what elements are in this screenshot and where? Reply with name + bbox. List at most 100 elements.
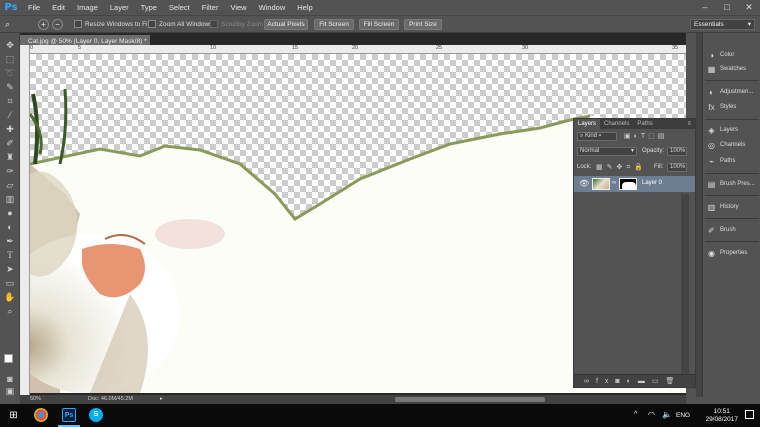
type-tool-icon[interactable]: T (4, 249, 16, 261)
pen-tool-icon[interactable]: ✒ (4, 235, 16, 247)
menu-view[interactable]: View (224, 0, 252, 15)
divider (705, 173, 759, 174)
link-icon[interactable]: ∞ (612, 180, 616, 186)
move-tool-icon[interactable]: ✥ (4, 39, 16, 51)
tab-layers[interactable]: Layers (574, 119, 601, 129)
panel-layers[interactable]: ◈ Layers (705, 124, 760, 137)
eye-icon[interactable]: 👁 (579, 179, 589, 188)
menu-select[interactable]: Select (163, 0, 196, 15)
menu-image[interactable]: Image (71, 0, 104, 15)
foreground-color-swatch[interactable] (4, 354, 13, 363)
panel-label: Adjustmen... (720, 89, 754, 95)
actual-pixels-button[interactable]: Actual Pixels (264, 19, 308, 30)
language-indicator[interactable]: ENG (676, 412, 690, 419)
panel-paths[interactable]: ⌁ Paths (705, 155, 760, 168)
hand-tool-icon[interactable]: ✋ (4, 291, 16, 303)
maximize-button[interactable]: □ (716, 0, 738, 15)
zoom-tool-icon[interactable]: ⌕ (5, 19, 19, 30)
zoom-level[interactable]: 50% (30, 395, 41, 404)
opacity-input[interactable]: 100% (667, 147, 687, 156)
chrome-icon[interactable] (34, 408, 48, 422)
panel-swatches[interactable]: ▦ Swatches (705, 63, 760, 76)
resize-windows-checkbox[interactable] (74, 20, 82, 28)
layer-row[interactable]: 👁 ∞ Layer 0 (574, 176, 695, 192)
zoom-all-checkbox[interactable] (148, 20, 156, 28)
menu-help[interactable]: Help (291, 0, 318, 15)
screen-mode-icon[interactable]: ▣ (4, 385, 16, 397)
lasso-tool-icon[interactable]: ➰ (4, 67, 16, 79)
quick-select-tool-icon[interactable]: ✎ (4, 81, 16, 93)
filter-kind-label: Kind (585, 133, 598, 139)
notifications-icon[interactable] (745, 410, 754, 419)
layers-scrollbar[interactable] (681, 194, 689, 374)
layer-name[interactable]: Layer 0 (642, 180, 662, 186)
eyedropper-tool-icon[interactable]: ⁄ (4, 109, 16, 121)
clock[interactable]: 10:51 29/08/2017 (705, 408, 738, 424)
print-size-button[interactable]: Print Size (404, 19, 442, 30)
menu-layer[interactable]: Layer (104, 0, 135, 15)
layer-actions-icons[interactable]: ∞fx◙◐▬▭🗑 (584, 377, 681, 385)
tray-chevron-up-icon[interactable]: ^ (634, 411, 637, 418)
chevron-right-icon[interactable]: ▸ (160, 395, 163, 404)
blur-tool-icon[interactable]: ● (4, 207, 16, 219)
fill-label: Fill: (654, 164, 664, 170)
menu-filter[interactable]: Filter (196, 0, 225, 15)
quick-mask-icon[interactable]: ◙ (4, 373, 16, 385)
horizontal-scrollbar[interactable] (395, 397, 545, 402)
fill-input[interactable]: 100% (667, 163, 687, 172)
skype-taskbar-icon[interactable]: S (89, 408, 103, 422)
zoom-tool-icon[interactable]: ⌕ (4, 305, 16, 317)
crop-tool-icon[interactable]: ⌗ (4, 95, 16, 107)
menu-edit[interactable]: Edit (46, 0, 71, 15)
tab-paths[interactable]: Paths (633, 119, 656, 129)
healing-tool-icon[interactable]: ✚ (4, 123, 16, 135)
panel-properties[interactable]: ◉ Properties (705, 247, 760, 260)
brush-tool-icon[interactable]: ✐ (4, 137, 16, 149)
zoom-in-icon[interactable]: + (38, 19, 49, 30)
panel-brush-presets[interactable]: ▤ Brush Pres... (705, 178, 760, 191)
lock-icons[interactable]: ▦✎✥⌗🔒 (596, 163, 647, 172)
blend-mode-select[interactable]: Normal ▾ (577, 147, 637, 156)
panel-channels[interactable]: ◎ Channels (705, 139, 760, 152)
wifi-icon[interactable]: ◠ (648, 410, 655, 419)
right-panel-dock: ◑ Color ▦ Swatches ◐ Adjustmen... fx Styles … (702, 33, 760, 397)
clock-time: 10:51 (713, 408, 730, 415)
layer-mask-thumbnail[interactable] (619, 178, 637, 190)
chevron-down-icon: ▾ (630, 148, 634, 154)
doc-info[interactable]: Doc: 46.0M/45.2M (88, 395, 133, 404)
eraser-tool-icon[interactable]: ▱ (4, 179, 16, 191)
fit-screen-button[interactable]: Fit Screen (314, 19, 354, 30)
path-select-tool-icon[interactable]: ➤ (4, 263, 16, 275)
shape-tool-icon[interactable]: ▭ (4, 277, 16, 289)
close-button[interactable]: ✕ (738, 0, 760, 15)
workspace-select[interactable]: Essentials ▾ (690, 19, 755, 30)
volume-icon[interactable]: 🔈 (662, 410, 672, 419)
tab-channels[interactable]: Channels (600, 119, 633, 129)
marquee-tool-icon[interactable]: ⬚ (4, 53, 16, 65)
layers-icon: ◈ (708, 126, 715, 135)
filter-kind-select[interactable]: ⌕ Kind ▾ (577, 132, 617, 141)
photoshop-taskbar-icon[interactable]: Ps (62, 408, 76, 422)
history-brush-tool-icon[interactable]: ✑ (4, 165, 16, 177)
minimize-button[interactable]: – (694, 0, 716, 15)
panel-menu-icon[interactable]: ≡ (683, 119, 695, 129)
panel-brush[interactable]: ✐ Brush (705, 224, 760, 237)
menu-type[interactable]: Type (135, 0, 163, 15)
fill-screen-button[interactable]: Fill Screen (359, 19, 399, 30)
zoom-out-icon[interactable]: − (52, 19, 63, 30)
ruler-vertical (20, 45, 30, 395)
dodge-tool-icon[interactable]: ◐ (4, 221, 16, 233)
gradient-tool-icon[interactable]: ▥ (4, 193, 16, 205)
divider (705, 119, 759, 120)
styles-icon: fx (708, 103, 715, 112)
panel-styles[interactable]: fx Styles (705, 101, 760, 114)
windows-start-icon[interactable]: ⊞ (8, 410, 19, 421)
stamp-tool-icon[interactable]: ♜ (4, 151, 16, 163)
filter-icons[interactable]: ▣◐T⬚▤ (624, 132, 667, 140)
menu-window[interactable]: Window (253, 0, 292, 15)
panel-history[interactable]: ▥ History (705, 201, 760, 214)
scrubby-zoom-checkbox[interactable] (210, 20, 218, 28)
menu-file[interactable]: File (22, 0, 46, 15)
panel-adjustments[interactable]: ◐ Adjustmen... (705, 86, 760, 99)
panel-color[interactable]: ◑ Color (705, 49, 760, 62)
